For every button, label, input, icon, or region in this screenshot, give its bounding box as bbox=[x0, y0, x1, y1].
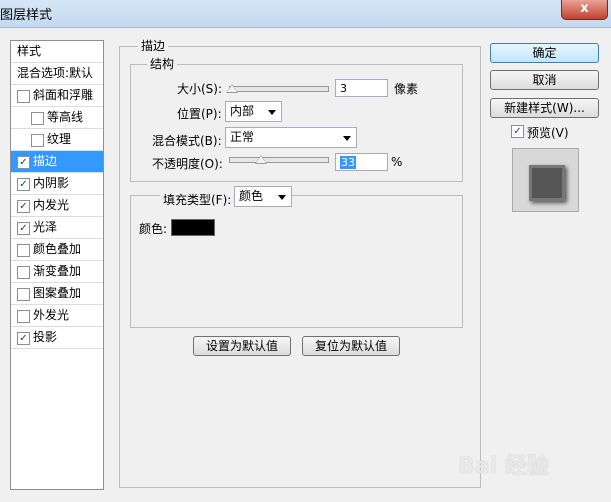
style-checkbox[interactable] bbox=[17, 288, 30, 301]
style-checkbox[interactable] bbox=[17, 90, 30, 103]
style-list-item[interactable]: 斜面和浮雕 bbox=[11, 85, 103, 107]
ok-button[interactable]: 确定 bbox=[490, 43, 599, 63]
style-list-item-label: 渐变叠加 bbox=[33, 264, 82, 278]
style-checkbox[interactable] bbox=[17, 244, 30, 257]
watermark-logo: Bai 经验 bbox=[458, 454, 549, 479]
blend-mode-select[interactable]: 正常 bbox=[225, 127, 357, 148]
style-list-item-label: 投影 bbox=[33, 330, 58, 344]
style-list-item-label: 图案叠加 bbox=[33, 286, 82, 300]
fill-group bbox=[130, 195, 463, 328]
style-list-item[interactable]: 颜色叠加 bbox=[11, 239, 103, 261]
style-list-item[interactable]: 图案叠加 bbox=[11, 283, 103, 305]
chevron-down-icon bbox=[343, 136, 351, 141]
blend-mode-label: 混合模式(B): bbox=[152, 134, 222, 148]
size-slider[interactable] bbox=[229, 86, 329, 92]
style-checkbox[interactable] bbox=[31, 112, 44, 125]
style-list-item[interactable]: ✓ 内阴影 bbox=[11, 173, 103, 195]
style-list-item[interactable]: 等高线 bbox=[11, 107, 103, 129]
style-list-item-label: 颜色叠加 bbox=[33, 242, 82, 256]
style-list-item-label: 外发光 bbox=[33, 308, 70, 322]
structure-group-title: 结构 bbox=[147, 55, 178, 72]
color-swatch[interactable] bbox=[171, 219, 215, 236]
opacity-unit: % bbox=[391, 155, 403, 169]
size-unit: 像素 bbox=[394, 82, 419, 96]
style-checkbox[interactable]: ✓ bbox=[17, 178, 30, 191]
style-list-item[interactable]: 纹理 bbox=[11, 129, 103, 151]
chevron-down-icon bbox=[278, 195, 286, 200]
style-checkbox[interactable]: ✓ bbox=[17, 222, 30, 235]
style-list-item-label: 光泽 bbox=[33, 220, 58, 234]
style-list-item-label: 混合选项:默认 bbox=[17, 66, 94, 80]
position-select-value: 内部 bbox=[230, 104, 255, 118]
position-label: 位置(P): bbox=[177, 107, 222, 121]
style-checkbox[interactable] bbox=[17, 266, 30, 279]
preview-label: 预览(V) bbox=[527, 126, 569, 140]
style-checkbox[interactable]: ✓ bbox=[17, 156, 30, 169]
fill-type-label: 填充类型(F): bbox=[160, 191, 235, 208]
fill-type-select-value: 颜色 bbox=[239, 189, 264, 203]
opacity-label: 不透明度(O): bbox=[152, 157, 223, 171]
style-list-item[interactable]: ✓ 内发光 bbox=[11, 195, 103, 217]
style-list-item[interactable]: 混合选项:默认 bbox=[11, 63, 103, 85]
style-checkbox[interactable] bbox=[17, 310, 30, 323]
style-checkbox[interactable] bbox=[31, 134, 44, 147]
opacity-slider-thumb[interactable] bbox=[255, 155, 268, 164]
close-button[interactable]: x bbox=[561, 0, 608, 20]
style-list-item[interactable]: 外发光 bbox=[11, 305, 103, 327]
size-slider-thumb[interactable] bbox=[225, 84, 238, 93]
reset-default-button[interactable]: 复位为默认值 bbox=[302, 336, 400, 356]
style-preview-thumbnail bbox=[512, 148, 579, 212]
style-list-item[interactable]: ✓ 描边 bbox=[11, 151, 103, 173]
cancel-button[interactable]: 取消 bbox=[490, 70, 599, 90]
new-style-button[interactable]: 新建样式(W)... bbox=[490, 98, 599, 118]
position-select[interactable]: 内部 bbox=[225, 101, 282, 122]
style-list-item-label: 等高线 bbox=[47, 110, 84, 124]
blend-mode-select-value: 正常 bbox=[230, 130, 255, 144]
style-list-item-label: 纹理 bbox=[47, 132, 72, 146]
style-list-item-label: 描边 bbox=[33, 154, 58, 168]
color-label: 颜色: bbox=[139, 222, 168, 236]
chevron-down-icon bbox=[268, 110, 276, 115]
style-checkbox[interactable]: ✓ bbox=[17, 332, 30, 345]
stroke-group-title: 描边 bbox=[138, 37, 169, 54]
fill-type-select[interactable]: 颜色 bbox=[234, 186, 292, 207]
style-list-item-label: 斜面和浮雕 bbox=[33, 88, 94, 102]
make-default-button[interactable]: 设置为默认值 bbox=[193, 336, 291, 356]
style-list-item-label: 样式 bbox=[17, 44, 42, 58]
window-title: 图层样式 bbox=[0, 8, 53, 23]
style-list-item-label: 内发光 bbox=[33, 198, 70, 212]
size-label: 大小(S): bbox=[177, 82, 223, 96]
style-list-item[interactable]: 样式 bbox=[11, 41, 103, 63]
opacity-input[interactable]: 33 bbox=[335, 153, 388, 171]
style-list-item[interactable]: ✓ 光泽 bbox=[11, 217, 103, 239]
preview-checkbox[interactable]: ✓ bbox=[511, 125, 524, 138]
size-input[interactable]: 3 bbox=[335, 79, 388, 97]
preview-square bbox=[529, 165, 565, 201]
style-list-item[interactable]: ✓ 投影 bbox=[11, 327, 103, 349]
title-bar: 图层样式 x bbox=[0, 0, 611, 28]
opacity-slider[interactable] bbox=[229, 157, 329, 163]
style-checkbox[interactable]: ✓ bbox=[17, 200, 30, 213]
style-list-item[interactable]: 渐变叠加 bbox=[11, 261, 103, 283]
opacity-input-value: 33 bbox=[340, 156, 356, 169]
style-list: 样式 混合选项:默认 斜面和浮雕 等高线 纹理 ✓ 描边 ✓ 内阴影 ✓ 内发光 ✓ 光泽 颜色叠加 渐变叠… bbox=[10, 40, 104, 490]
style-list-item-label: 内阴影 bbox=[33, 176, 70, 190]
